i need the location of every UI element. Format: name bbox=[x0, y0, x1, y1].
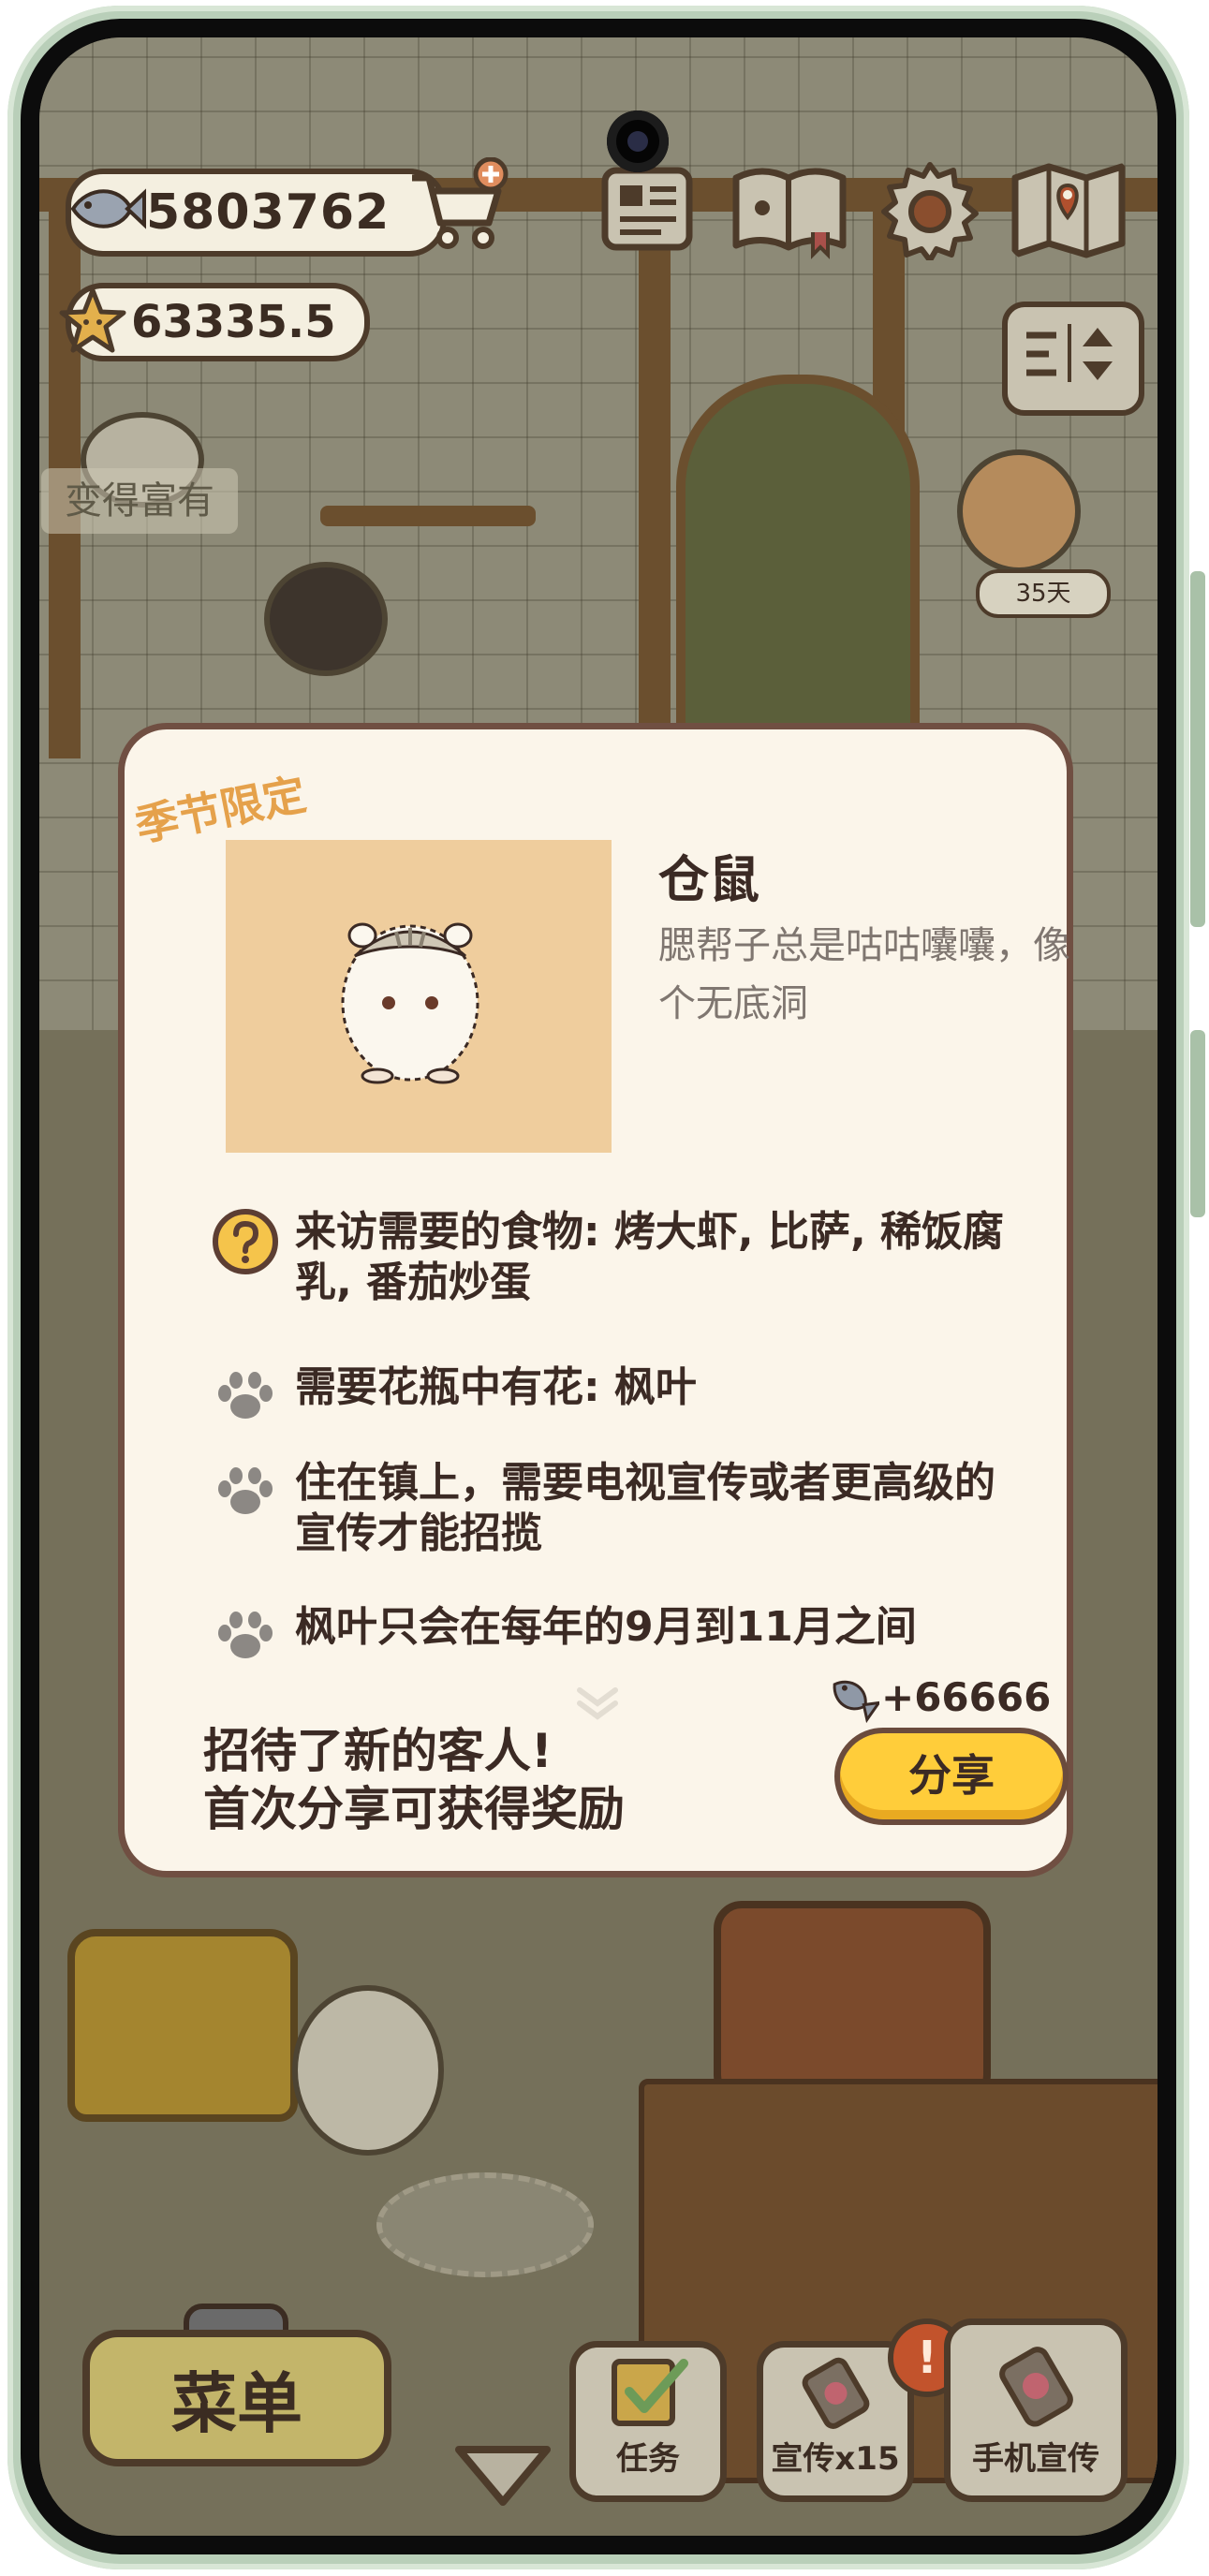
star-icon bbox=[59, 287, 126, 353]
days-badge: 35天 bbox=[976, 569, 1111, 618]
requirement-row: 需要花瓶中有花: 枫叶 bbox=[211, 1362, 1007, 1432]
wall-shelf bbox=[320, 506, 536, 526]
front-camera bbox=[607, 110, 669, 172]
guest-info-card: 季节限定 仓鼠 腮帮子总是咕咕囔囔，像个无底洞 来访需要的食物: 烤大虾, 比萨… bbox=[118, 723, 1073, 1877]
requirement-text: 住在镇上，需要电视宣传或者更高级的宣传才能招揽 bbox=[295, 1459, 995, 1557]
fish-icon bbox=[70, 188, 146, 229]
newspaper-icon[interactable] bbox=[596, 157, 699, 260]
arched-doorway bbox=[676, 375, 920, 768]
star-counter: 63335.5 bbox=[59, 283, 370, 361]
requirement-row: 住在镇上，需要电视宣传或者更高级的宣传才能招揽 bbox=[211, 1458, 1007, 1559]
coin-value: 5803762 bbox=[146, 184, 391, 241]
espresso-machine bbox=[714, 1901, 991, 2103]
collapse-arrow-icon[interactable] bbox=[451, 2440, 554, 2511]
corgi-guest[interactable] bbox=[292, 1985, 444, 2156]
guest-name: 仓鼠 bbox=[658, 850, 759, 909]
star-value: 63335.5 bbox=[131, 296, 336, 348]
tasks-label: 任务 bbox=[616, 2440, 680, 2478]
wooden-pillar bbox=[639, 178, 671, 758]
share-reward: +66666 bbox=[825, 1670, 1051, 1724]
requirement-text: 需要花瓶中有花: 枫叶 bbox=[295, 1363, 697, 1411]
paw-icon bbox=[218, 1372, 273, 1419]
gear-icon[interactable] bbox=[878, 157, 981, 260]
guest-portrait bbox=[226, 840, 612, 1153]
checklist-icon bbox=[612, 2359, 688, 2426]
requirement-row: 来访需要的食物: 烤大虾, 比萨, 稀饭腐乳, 番茄炒蛋 bbox=[211, 1207, 1007, 1308]
hamster-illustration bbox=[341, 922, 479, 1084]
get-rich-label[interactable]: 变得富有 bbox=[41, 468, 238, 534]
reward-amount: +66666 bbox=[881, 1673, 1052, 1720]
game-screen: 5803762 63335.5 变得富有 35天 季节限定 仓鼠 腮帮子总是咕咕… bbox=[39, 37, 1157, 2536]
new-guest-message: 招待了新的客人! 首次分享可获得奖励 bbox=[203, 1722, 625, 1838]
requirement-text: 枫叶只会在每年的9月到11月之间 bbox=[295, 1603, 917, 1651]
first-share-reward-hint: 首次分享可获得奖励 bbox=[203, 1782, 625, 1836]
new-guest-title: 招待了新的客人! bbox=[203, 1724, 553, 1778]
guest-visitor[interactable] bbox=[957, 449, 1081, 573]
share-button[interactable]: 分享 bbox=[834, 1728, 1069, 1825]
black-cat-guest[interactable] bbox=[264, 562, 388, 676]
crown-decoration bbox=[67, 1929, 298, 2122]
paw-icon bbox=[218, 1467, 273, 1514]
fish-icon bbox=[833, 1680, 879, 1724]
paw-icon bbox=[218, 1612, 273, 1658]
floor-rug bbox=[376, 2172, 594, 2277]
guestbook-icon[interactable] bbox=[729, 157, 850, 260]
menu-button[interactable]: 菜单 bbox=[82, 2330, 391, 2466]
guest-description: 腮帮子总是咕咕囔囔，像个无底洞 bbox=[658, 924, 1070, 1025]
scroll-more-chevron-icon[interactable] bbox=[572, 1685, 623, 1722]
requirement-text: 来访需要的食物: 烤大虾, 比萨, 稀饭腐乳, 番茄炒蛋 bbox=[295, 1208, 1004, 1306]
promotion-label: 宣传x15 bbox=[771, 2440, 900, 2478]
sort-toggle-button[interactable] bbox=[1002, 302, 1144, 416]
question-icon bbox=[213, 1209, 278, 1274]
map-icon[interactable] bbox=[1008, 157, 1129, 260]
phone-promotion-button[interactable]: 手机宣传 bbox=[944, 2318, 1128, 2502]
shop-cart-icon[interactable] bbox=[406, 157, 509, 255]
phone-side-button bbox=[1190, 571, 1205, 927]
phone-promotion-label: 手机宣传 bbox=[972, 2440, 1099, 2478]
promotion-card-icon bbox=[802, 2357, 870, 2429]
requirement-row: 枫叶只会在每年的9月到11月之间 bbox=[211, 1602, 1007, 1671]
sort-icon bbox=[1026, 324, 1113, 382]
phone-promotion-icon bbox=[999, 2347, 1073, 2427]
tasks-button[interactable]: 任务 bbox=[569, 2341, 727, 2502]
coin-counter: 5803762 bbox=[66, 169, 447, 257]
phone-side-button bbox=[1190, 1030, 1205, 1217]
